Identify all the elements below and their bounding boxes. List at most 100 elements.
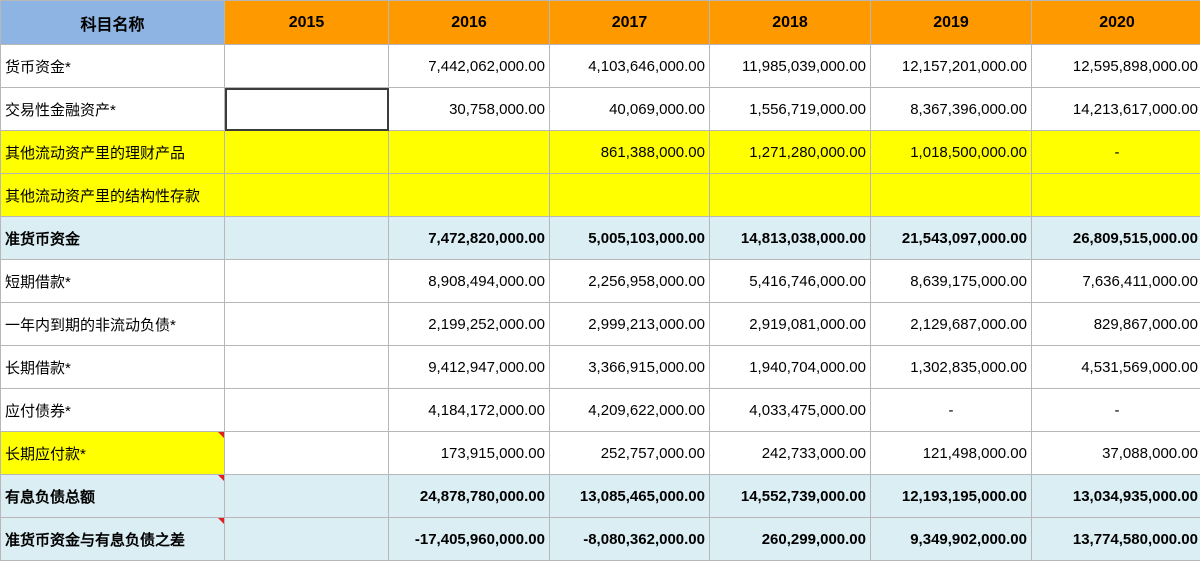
cell-2016[interactable] [388, 173, 550, 217]
row-label[interactable]: 长期借款* [0, 345, 225, 389]
row-label[interactable]: 货币资金* [0, 44, 225, 88]
column-header-2017[interactable]: 2017 [549, 0, 710, 45]
column-header-2020[interactable]: 2020 [1031, 0, 1200, 45]
cell-2018[interactable]: 11,985,039,000.00 [709, 44, 871, 88]
cell-2018[interactable]: 1,556,719,000.00 [709, 87, 871, 131]
cell-2019[interactable]: - [870, 388, 1032, 432]
cell-2015-selected[interactable] [224, 87, 389, 131]
row-label[interactable]: 应付债券* [0, 388, 225, 432]
table-row: 应付债券* 4,184,172,000.00 4,209,622,000.00 … [0, 388, 1200, 432]
cell-2019[interactable]: 12,193,195,000.00 [870, 474, 1032, 518]
cell-2020[interactable]: - [1031, 130, 1200, 174]
cell-2020[interactable]: 7,636,411,000.00 [1031, 259, 1200, 303]
cell-2018[interactable]: 4,033,475,000.00 [709, 388, 871, 432]
cell-2015[interactable] [224, 517, 389, 561]
cell-2019[interactable]: 9,349,902,000.00 [870, 517, 1032, 561]
column-header-2016[interactable]: 2016 [388, 0, 550, 45]
cell-2016[interactable]: 9,412,947,000.00 [388, 345, 550, 389]
row-label[interactable]: 其他流动资产里的结构性存款 [0, 173, 225, 217]
cell-2019[interactable]: 8,367,396,000.00 [870, 87, 1032, 131]
cell-2018[interactable]: 2,919,081,000.00 [709, 302, 871, 346]
cell-2016[interactable]: 8,908,494,000.00 [388, 259, 550, 303]
cell-2020[interactable]: - [1031, 388, 1200, 432]
cell-2016[interactable]: 7,472,820,000.00 [388, 216, 550, 260]
cell-2016[interactable]: -17,405,960,000.00 [388, 517, 550, 561]
cell-2019[interactable] [870, 173, 1032, 217]
cell-2016[interactable]: 173,915,000.00 [388, 431, 550, 475]
cell-2015[interactable] [224, 388, 389, 432]
cell-2017[interactable]: 5,005,103,000.00 [549, 216, 710, 260]
cell-2020[interactable]: 26,809,515,000.00 [1031, 216, 1200, 260]
cell-2017[interactable] [549, 173, 710, 217]
comment-marker-icon[interactable] [218, 518, 224, 524]
cell-2018[interactable]: 242,733,000.00 [709, 431, 871, 475]
row-label[interactable]: 有息负债总额 [0, 474, 225, 518]
row-label[interactable]: 短期借款* [0, 259, 225, 303]
cell-2015[interactable] [224, 259, 389, 303]
cell-2015[interactable] [224, 216, 389, 260]
comment-marker-icon[interactable] [218, 475, 224, 481]
row-label[interactable]: 准货币资金 [0, 216, 225, 260]
cell-2020[interactable]: 12,595,898,000.00 [1031, 44, 1200, 88]
cell-2015[interactable] [224, 44, 389, 88]
cell-2016[interactable]: 4,184,172,000.00 [388, 388, 550, 432]
row-label[interactable]: 交易性金融资产* [0, 87, 225, 131]
cell-2017[interactable]: -8,080,362,000.00 [549, 517, 710, 561]
header-row: 科目名称 2015 2016 2017 2018 2019 2020 [0, 0, 1200, 45]
cell-2017[interactable]: 2,256,958,000.00 [549, 259, 710, 303]
cell-2016[interactable]: 24,878,780,000.00 [388, 474, 550, 518]
cell-2019[interactable]: 12,157,201,000.00 [870, 44, 1032, 88]
cell-2019[interactable]: 2,129,687,000.00 [870, 302, 1032, 346]
cell-2020[interactable]: 14,213,617,000.00 [1031, 87, 1200, 131]
row-label[interactable]: 长期应付款* [0, 431, 225, 475]
table-row: 长期应付款* 173,915,000.00 252,757,000.00 242… [0, 431, 1200, 475]
cell-2018[interactable]: 1,940,704,000.00 [709, 345, 871, 389]
row-label[interactable]: 其他流动资产里的理财产品 [0, 130, 225, 174]
spreadsheet-table: 科目名称 2015 2016 2017 2018 2019 2020 货币资金*… [0, 0, 1200, 561]
row-label[interactable]: 准货币资金与有息负债之差 [0, 517, 225, 561]
cell-2019[interactable]: 1,018,500,000.00 [870, 130, 1032, 174]
cell-2020[interactable]: 4,531,569,000.00 [1031, 345, 1200, 389]
cell-2017[interactable]: 40,069,000.00 [549, 87, 710, 131]
cell-2015[interactable] [224, 302, 389, 346]
row-label[interactable]: 一年内到期的非流动负债* [0, 302, 225, 346]
cell-2019[interactable]: 21,543,097,000.00 [870, 216, 1032, 260]
cell-2020[interactable]: 13,774,580,000.00 [1031, 517, 1200, 561]
cell-2018[interactable]: 14,552,739,000.00 [709, 474, 871, 518]
cell-2018[interactable]: 260,299,000.00 [709, 517, 871, 561]
cell-2018[interactable] [709, 173, 871, 217]
cell-2016[interactable] [388, 130, 550, 174]
cell-2017[interactable]: 861,388,000.00 [549, 130, 710, 174]
cell-2017[interactable]: 4,103,646,000.00 [549, 44, 710, 88]
cell-2020[interactable]: 829,867,000.00 [1031, 302, 1200, 346]
cell-2015[interactable] [224, 173, 389, 217]
cell-2018[interactable]: 5,416,746,000.00 [709, 259, 871, 303]
cell-2017[interactable]: 2,999,213,000.00 [549, 302, 710, 346]
cell-2016[interactable]: 30,758,000.00 [388, 87, 550, 131]
cell-2017[interactable]: 13,085,465,000.00 [549, 474, 710, 518]
cell-2016[interactable]: 7,442,062,000.00 [388, 44, 550, 88]
cell-2015[interactable] [224, 345, 389, 389]
column-header-2018[interactable]: 2018 [709, 0, 871, 45]
cell-2017[interactable]: 3,366,915,000.00 [549, 345, 710, 389]
column-header-2019[interactable]: 2019 [870, 0, 1032, 45]
cell-2018[interactable]: 14,813,038,000.00 [709, 216, 871, 260]
comment-marker-icon[interactable] [218, 432, 224, 438]
table-row: 交易性金融资产* 30,758,000.00 40,069,000.00 1,5… [0, 87, 1200, 131]
column-header-item-name[interactable]: 科目名称 [0, 0, 225, 45]
cell-2020[interactable] [1031, 173, 1200, 217]
column-header-2015[interactable]: 2015 [224, 0, 389, 45]
cell-2019[interactable]: 8,639,175,000.00 [870, 259, 1032, 303]
cell-2019[interactable]: 121,498,000.00 [870, 431, 1032, 475]
cell-2015[interactable] [224, 431, 389, 475]
cell-2017[interactable]: 252,757,000.00 [549, 431, 710, 475]
cell-2015[interactable] [224, 474, 389, 518]
cell-2019[interactable]: 1,302,835,000.00 [870, 345, 1032, 389]
cell-2020[interactable]: 37,088,000.00 [1031, 431, 1200, 475]
cell-2016[interactable]: 2,199,252,000.00 [388, 302, 550, 346]
cell-2017[interactable]: 4,209,622,000.00 [549, 388, 710, 432]
cell-2020[interactable]: 13,034,935,000.00 [1031, 474, 1200, 518]
cell-2015[interactable] [224, 130, 389, 174]
row-label-text: 长期应付款* [5, 445, 86, 463]
cell-2018[interactable]: 1,271,280,000.00 [709, 130, 871, 174]
